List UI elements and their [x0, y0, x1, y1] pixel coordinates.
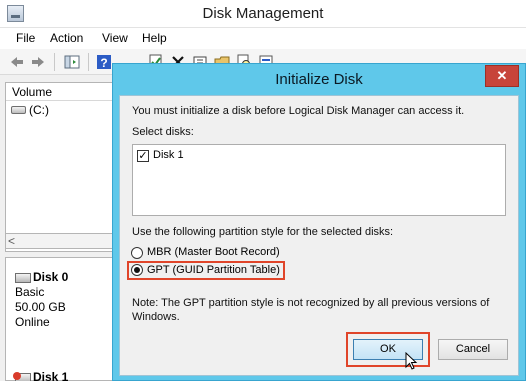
mouse-pointer-icon — [405, 352, 418, 370]
select-disks-label: Select disks: — [132, 126, 194, 138]
menu-action[interactable]: Action — [50, 31, 83, 45]
intro-text: You must initialize a disk before Logica… — [132, 105, 465, 117]
back-arrow-icon[interactable] — [9, 54, 25, 70]
disk-1-name: Disk 1 — [33, 370, 69, 381]
menu-help[interactable]: Help — [142, 31, 167, 45]
volume-column-header[interactable]: Volume — [6, 83, 112, 101]
gpt-note-line2: Windows. — [132, 311, 180, 323]
disk-icon — [15, 272, 31, 283]
drive-icon — [11, 106, 26, 114]
volume-row[interactable]: (C:) — [6, 101, 112, 119]
dialog-body: You must initialize a disk before Logica… — [119, 95, 519, 376]
disk-0-size: 50.00 GB — [15, 300, 66, 314]
mbr-option[interactable]: MBR (Master Boot Record) — [127, 244, 287, 262]
gpt-label[interactable]: GPT (GUID Partition Table) — [147, 264, 280, 276]
main-titlebar: Disk Management — [0, 0, 526, 28]
disk-0-type: Basic — [15, 285, 45, 299]
cancel-button[interactable]: Cancel — [438, 339, 508, 360]
toolbar-separator — [54, 53, 55, 71]
volume-name: (C:) — [29, 103, 49, 117]
volume-list: Volume (C:) — [5, 82, 113, 252]
menu-file[interactable]: File — [16, 31, 35, 45]
mbr-label[interactable]: MBR (Master Boot Record) — [147, 246, 280, 258]
disk-0-status: Online — [15, 315, 50, 329]
disk-warning-icon — [13, 371, 31, 381]
gpt-note-line1: Note: The GPT partition style is not rec… — [132, 297, 490, 309]
initialize-disk-dialog: Initialize Disk ✕ You must initialize a … — [112, 63, 526, 381]
mbr-radio[interactable] — [131, 247, 143, 259]
disk-0-name: Disk 0 — [33, 270, 69, 284]
console-tree-icon[interactable] — [64, 54, 80, 70]
disk-select-list[interactable]: ✓ Disk 1 — [132, 144, 506, 216]
menu-view[interactable]: View — [102, 31, 128, 45]
menu-bar: File Action View Help — [0, 28, 526, 49]
help-icon[interactable]: ? — [96, 54, 112, 70]
svg-text:?: ? — [100, 56, 107, 70]
dialog-titlebar[interactable]: Initialize Disk ✕ — [113, 64, 525, 95]
disk-1-info[interactable]: Disk 1 — [13, 370, 69, 381]
dialog-title: Initialize Disk — [275, 71, 363, 88]
disk-1-checkbox-label[interactable]: Disk 1 — [153, 149, 184, 161]
gpt-radio[interactable] — [131, 264, 143, 276]
disk-0-info[interactable]: Disk 0 Basic 50.00 GB Online — [15, 270, 68, 330]
close-button[interactable]: ✕ — [485, 65, 519, 87]
window-title: Disk Management — [202, 5, 324, 22]
horizontal-scrollbar[interactable]: < — [5, 233, 113, 249]
toolbar-separator — [88, 53, 89, 71]
partition-style-label: Use the following partition style for th… — [132, 226, 394, 238]
disk-1-checkbox[interactable]: ✓ — [137, 150, 149, 162]
gpt-option[interactable]: GPT (GUID Partition Table) — [127, 261, 285, 280]
disk-map-panel: Disk 0 Basic 50.00 GB Online Disk 1 — [5, 257, 113, 381]
scroll-left-icon[interactable]: < — [8, 234, 15, 248]
forward-arrow-icon[interactable] — [30, 54, 46, 70]
close-icon: ✕ — [496, 68, 508, 83]
